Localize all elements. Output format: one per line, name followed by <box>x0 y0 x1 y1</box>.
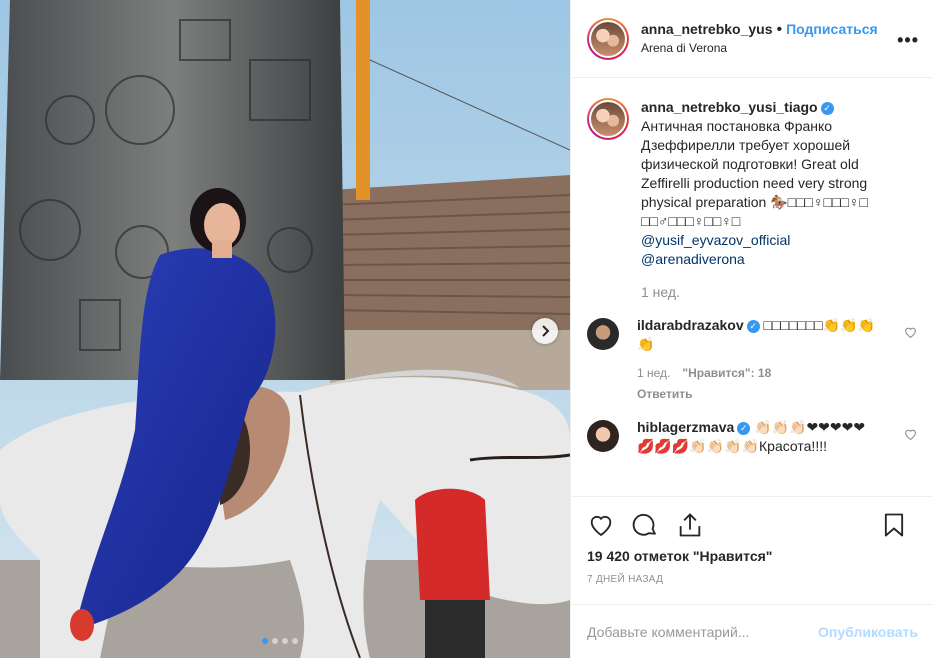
comments-section[interactable]: anna_netrebko_yusi_tiago ✓ Античная поста… <box>571 78 933 496</box>
share-icon[interactable] <box>676 511 704 539</box>
comment-body: ildarabdrazakov ✓ □□□□□□□👏👏👏👏 1 нед. "Нрав… <box>637 316 877 404</box>
caption-body: anna_netrebko_yusi_tiago ✓ Античная поста… <box>641 98 881 314</box>
comment-username[interactable]: hiblagerzmava <box>637 419 734 435</box>
mention-link[interactable]: @arenadiverona <box>641 250 881 269</box>
mention-link[interactable]: @yusif_eyvazov_official <box>641 231 881 250</box>
likes-count[interactable]: 19 420 отметок "Нравится" <box>587 548 772 564</box>
author-info: anna_netrebko_yus • Подписаться Arena di V… <box>641 20 878 57</box>
post-side-panel: anna_netrebko_yus • Подписаться Arena di V… <box>570 0 933 658</box>
next-photo-button[interactable] <box>532 318 558 344</box>
add-comment-bar: Опубликовать <box>571 604 933 658</box>
like-comment-icon[interactable] <box>904 326 917 341</box>
like-comment-icon[interactable] <box>904 428 917 443</box>
commenter-avatar[interactable] <box>587 318 619 350</box>
caption-username[interactable]: anna_netrebko_yusi_tiago <box>641 99 818 115</box>
carousel-dot <box>272 638 278 644</box>
comment-input[interactable] <box>587 623 819 640</box>
instagram-post: anna_netrebko_yus • Подписаться Arena di V… <box>0 0 933 658</box>
separator-dot: • <box>776 21 783 38</box>
heart-icon[interactable] <box>587 511 615 539</box>
carousel-dot <box>262 638 268 644</box>
caption-time: 1 нед. <box>641 284 680 300</box>
more-options-icon[interactable]: ••• <box>897 30 919 51</box>
comment-item: ildarabdrazakov ✓ □□□□□□□👏👏👏👏 1 нед. "Нрав… <box>587 316 917 404</box>
comment-time: 1 нед. <box>637 366 671 380</box>
post-header: anna_netrebko_yus • Подписаться Arena di V… <box>571 0 933 78</box>
comment-username[interactable]: ildarabdrazakov <box>637 317 744 333</box>
post-photo[interactable] <box>0 0 570 658</box>
carousel-dots <box>262 638 298 644</box>
carousel-dot <box>282 638 288 644</box>
comment-body: hiblagerzmava ✓ 👏🏻👏🏻👏🏻❤❤❤❤❤💋💋💋👏🏻👏🏻👏🏻👏🏻Кра… <box>637 418 877 456</box>
verified-badge-icon: ✓ <box>820 102 834 115</box>
caption-text: Античная постановка Франко Дзеффирелли т… <box>641 118 868 229</box>
comment-item: hiblagerzmava ✓ 👏🏻👏🏻👏🏻❤❤❤❤❤💋💋💋👏🏻👏🏻👏🏻👏🏻Кра… <box>587 418 917 456</box>
author-username[interactable]: anna_netrebko_yus <box>641 21 773 37</box>
photo-illustration <box>0 0 570 658</box>
action-bar <box>571 496 933 546</box>
verified-badge-icon: ✓ <box>746 320 760 333</box>
comment-icon[interactable] <box>631 511 659 539</box>
comment-likes[interactable]: "Нравится": 18 <box>682 366 771 380</box>
bookmark-icon[interactable] <box>880 511 908 539</box>
chevron-right-icon <box>542 325 550 337</box>
reply-button[interactable]: Ответить <box>637 385 877 404</box>
verified-badge-icon: ✓ <box>737 422 751 435</box>
author-avatar[interactable] <box>587 17 629 60</box>
follow-button[interactable]: Подписаться <box>786 21 878 37</box>
caption: anna_netrebko_yusi_tiago ✓ Античная поста… <box>587 98 917 314</box>
comment-meta: 1 нед. "Нравится": 18 <box>637 364 877 383</box>
carousel-dot <box>292 638 298 644</box>
post-location[interactable]: Arena di Verona <box>641 39 878 57</box>
commenter-avatar[interactable] <box>587 420 619 452</box>
post-date: 7 ДНЕЙ НАЗАД <box>587 574 664 585</box>
publish-button[interactable]: Опубликовать <box>818 624 918 640</box>
caption-avatar[interactable] <box>587 98 629 140</box>
